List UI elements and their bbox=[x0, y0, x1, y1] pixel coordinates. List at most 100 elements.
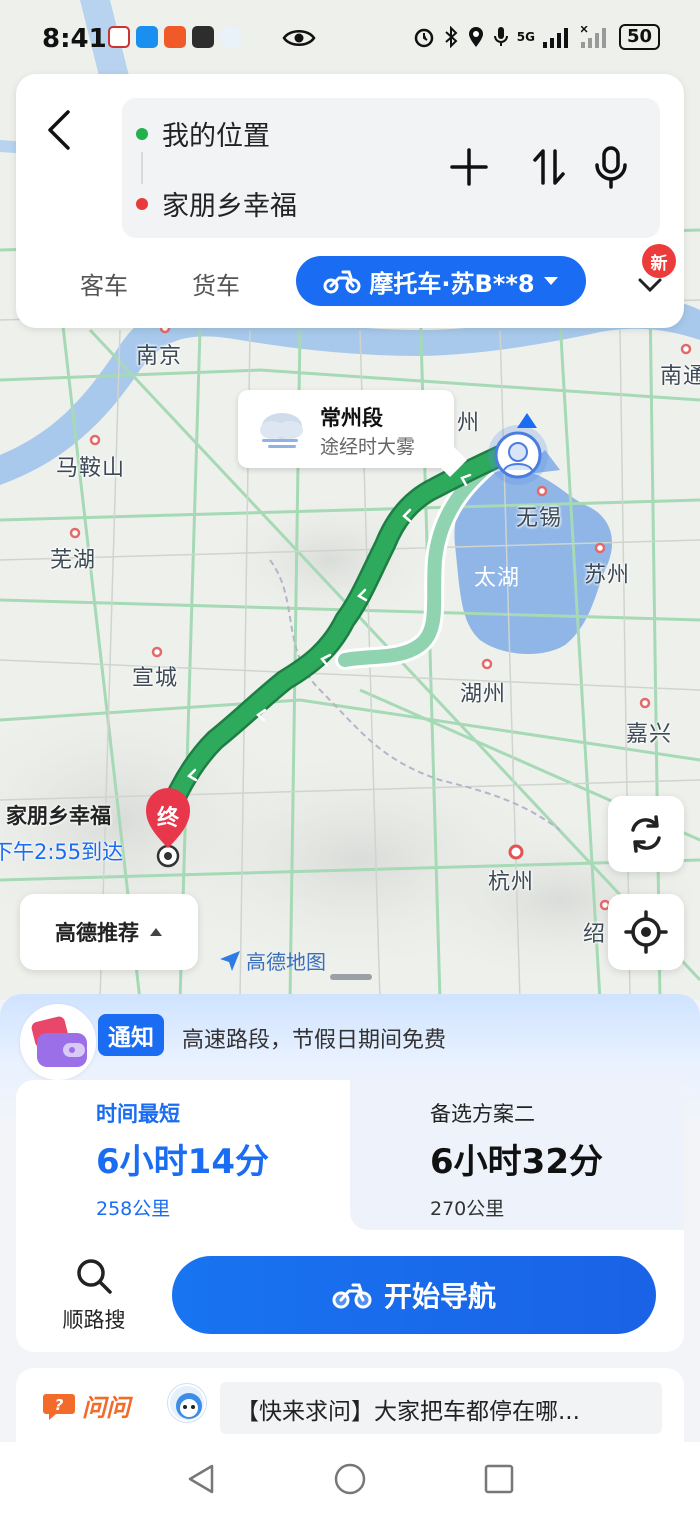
refresh-route-button[interactable] bbox=[608, 796, 684, 872]
weather-alert-bubble[interactable]: 常州段 途经时大雾 bbox=[238, 390, 467, 477]
route-option-alternative[interactable]: 备选方案二 6小时32分 270公里 bbox=[350, 1080, 684, 1230]
signal-weak-icon bbox=[580, 26, 606, 48]
route-option-distance: 258公里 bbox=[96, 1198, 171, 1220]
back-triangle-icon[interactable] bbox=[184, 1462, 218, 1496]
city-label-suzhou: 苏州 bbox=[584, 563, 631, 588]
route-connector bbox=[141, 152, 143, 184]
destination-field[interactable]: 家朋乡幸福 bbox=[136, 184, 297, 223]
app-notification-icon bbox=[220, 26, 242, 48]
route-option-label: 时间最短 bbox=[96, 1102, 180, 1126]
status-indicators: 5G 50 bbox=[413, 24, 660, 50]
battery-indicator: 50 bbox=[618, 24, 660, 50]
ask-community-card[interactable]: ? 问问 【快来求问】大家把车都停在哪... bbox=[16, 1368, 684, 1442]
refresh-icon bbox=[631, 815, 661, 853]
city-label-wuhu: 芜湖 bbox=[50, 548, 97, 573]
status-time: 8:41 bbox=[42, 24, 107, 54]
city-label-shaoxing: 绍 bbox=[583, 922, 607, 947]
lake-label-taihu: 太湖 bbox=[474, 566, 521, 591]
tab-car[interactable]: 客车 bbox=[80, 266, 128, 301]
city-label-xuancheng: 宣城 bbox=[132, 666, 179, 691]
app-notification-icon bbox=[136, 26, 158, 48]
voice-input-button[interactable] bbox=[586, 142, 636, 192]
network-type: 5G bbox=[516, 30, 535, 44]
notification-icons bbox=[108, 26, 242, 48]
ask-question-text[interactable]: 【快来求问】大家把车都停在哪... bbox=[220, 1382, 662, 1434]
route-option-distance: 270公里 bbox=[430, 1198, 505, 1220]
new-badge: 新 bbox=[642, 244, 676, 278]
city-label-nanjing: 南京 bbox=[136, 344, 183, 369]
wallet-icon bbox=[31, 1016, 87, 1067]
plus-icon bbox=[450, 148, 488, 186]
notice-wallet-icon bbox=[20, 1004, 96, 1080]
brand-label: 高德地图 bbox=[246, 950, 326, 974]
home-circle-icon[interactable] bbox=[333, 1462, 367, 1496]
navigation-arrow-icon bbox=[220, 950, 240, 971]
city-label-changzhou: 州 bbox=[457, 411, 481, 436]
city-label-wuxi: 无锡 bbox=[516, 506, 563, 531]
city-label-huzhou: 湖州 bbox=[460, 682, 507, 707]
mascot-icon bbox=[176, 1393, 202, 1419]
search-icon bbox=[77, 1259, 112, 1294]
route-search-card: 我的位置 家朋乡幸福 客车 货车 摩托车·苏B**8 新 bbox=[16, 74, 684, 328]
system-navigation-bar bbox=[0, 1442, 700, 1516]
route-option-duration: 6小时14分 bbox=[96, 1142, 269, 1182]
ask-brand: 问问 bbox=[82, 1394, 130, 1422]
app-notification-icon bbox=[164, 26, 186, 48]
city-label-nantong: 南通 bbox=[660, 364, 700, 389]
origin-field[interactable]: 我的位置 bbox=[136, 114, 270, 153]
app-notification-icon bbox=[108, 26, 130, 48]
eye-icon bbox=[282, 30, 316, 46]
signal-strong-icon bbox=[542, 28, 568, 48]
start-navigation-button[interactable]: 开始导航 bbox=[172, 1256, 656, 1334]
notice-tag: 通知 bbox=[98, 1014, 164, 1056]
origin-dot bbox=[136, 127, 148, 140]
motorcycle-icon bbox=[332, 1283, 372, 1309]
route-option-duration: 6小时32分 bbox=[430, 1142, 603, 1182]
weather-alert-title: 常州段 bbox=[320, 406, 383, 430]
tab-motorcycle-label: 摩托车·苏B**8 bbox=[369, 269, 535, 298]
motorcycle-icon bbox=[323, 270, 361, 294]
destination-name-label: 家朋乡幸福 bbox=[6, 804, 111, 828]
alarm-icon bbox=[414, 28, 433, 48]
route-preference-label: 高德推荐 bbox=[55, 921, 139, 945]
microphone-status-icon bbox=[493, 27, 508, 46]
add-waypoint-button[interactable] bbox=[444, 142, 494, 192]
city-label-maanshan: 马鞍山 bbox=[56, 456, 126, 481]
microphone-icon bbox=[595, 146, 627, 189]
route-options-card: 时间最短 6小时14分 258公里 备选方案二 6小时32分 270公里 顺路搜… bbox=[16, 1080, 684, 1352]
tab-motorcycle[interactable]: 摩托车·苏B**8 bbox=[296, 256, 586, 306]
svg-text:?: ? bbox=[55, 1396, 64, 1414]
destination-marker[interactable]: 终 bbox=[146, 800, 190, 832]
route-panel: 通知 高速路段，节假日期间免费 时间最短 6小时14分 258公里 备选方案二 … bbox=[0, 994, 700, 1442]
origin-text: 我的位置 bbox=[162, 121, 270, 152]
city-label-jiaxing: 嘉兴 bbox=[626, 722, 673, 747]
bluetooth-icon bbox=[445, 26, 458, 48]
city-label-hangzhou: 杭州 bbox=[488, 870, 535, 895]
route-option-label: 备选方案二 bbox=[430, 1102, 535, 1126]
crosshair-icon bbox=[624, 910, 668, 954]
tab-truck[interactable]: 货车 bbox=[192, 266, 240, 301]
ask-logo: ? 问问 bbox=[42, 1388, 130, 1423]
search-along-route-button[interactable]: 顺路搜 bbox=[54, 1256, 134, 1334]
back-arrow-icon[interactable] bbox=[40, 106, 80, 154]
eta-label: 下午2:55到达 bbox=[0, 840, 124, 864]
caret-down-icon bbox=[543, 277, 558, 285]
destination-dot bbox=[136, 197, 148, 210]
question-bubble-icon: ? bbox=[43, 1393, 75, 1420]
caret-up-icon bbox=[150, 928, 162, 936]
swap-route-button[interactable] bbox=[524, 142, 574, 192]
swap-icon bbox=[533, 149, 565, 185]
locate-me-button[interactable] bbox=[608, 894, 684, 970]
start-navigation-label: 开始导航 bbox=[383, 1280, 496, 1313]
vehicle-tabs: 客车 货车 摩托车·苏B**8 新 bbox=[16, 244, 684, 312]
avatar bbox=[168, 1384, 206, 1422]
notice-text[interactable]: 高速路段，节假日期间免费 bbox=[182, 1022, 446, 1054]
fog-icon bbox=[260, 413, 303, 448]
search-along-route-label: 顺路搜 bbox=[62, 1308, 126, 1332]
route-input-box: 我的位置 家朋乡幸福 bbox=[122, 98, 660, 238]
destination-text: 家朋乡幸福 bbox=[162, 191, 297, 222]
drag-handle[interactable] bbox=[330, 974, 372, 980]
route-preference-dropdown[interactable]: 高德推荐 bbox=[20, 894, 198, 970]
route-option-fastest[interactable]: 时间最短 6小时14分 258公里 bbox=[16, 1080, 350, 1230]
recents-square-icon[interactable] bbox=[482, 1462, 516, 1496]
